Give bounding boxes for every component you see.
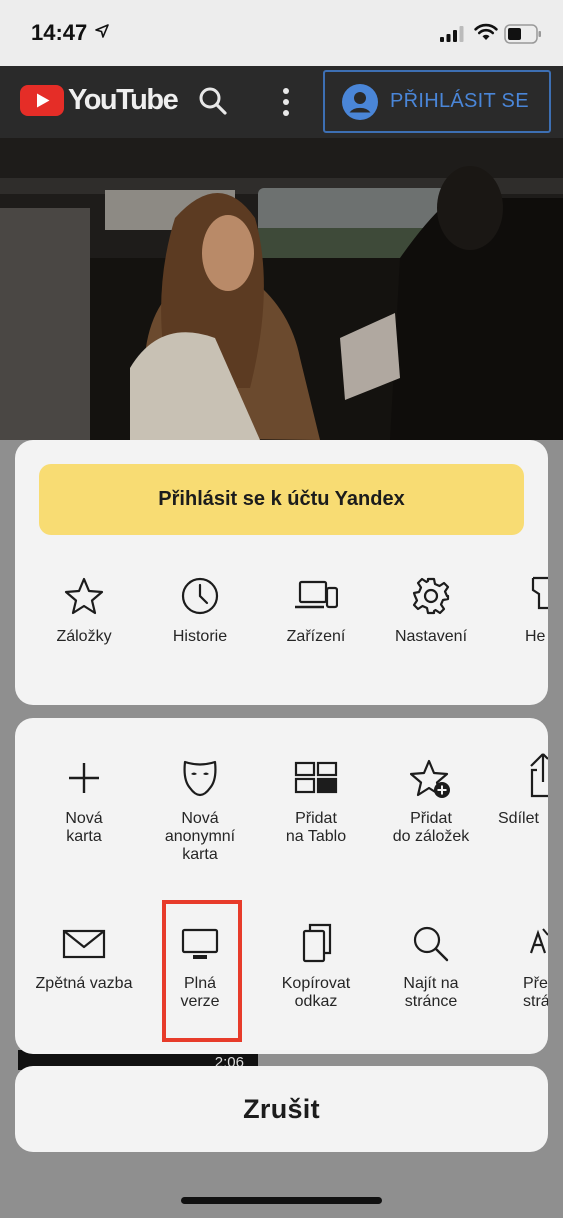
video-frame-image	[0, 138, 563, 440]
yandex-login-label: Přihlásit se k účtu Yandex	[158, 488, 405, 510]
share-button[interactable]: Sdílet	[481, 752, 548, 828]
new-tab-label: Nová karta	[65, 810, 103, 845]
new-incognito-tab-label: Nová anonymní karta	[164, 810, 236, 863]
youtube-logo[interactable]: YouTube	[20, 84, 179, 117]
more-options-icon[interactable]	[278, 86, 294, 118]
feedback-button[interactable]: Zpětná vazba	[19, 923, 149, 993]
translate-label: Přel strá	[523, 975, 548, 1010]
translate-icon	[529, 928, 548, 954]
add-bookmark-button[interactable]: Přidat do záložek	[366, 758, 496, 846]
share-icon	[530, 753, 548, 798]
new-tab-button[interactable]: Nová karta	[19, 758, 149, 846]
youtube-logo-text: YouTube	[68, 84, 179, 116]
bookmarks-button[interactable]: Záložky	[19, 576, 149, 646]
history-label: Historie	[172, 628, 228, 645]
search-icon[interactable]	[198, 86, 228, 116]
desktop-version-highlight	[162, 900, 242, 1042]
cancel-button[interactable]: Zrušit	[15, 1066, 548, 1152]
settings-label: Nastavení	[394, 628, 468, 645]
browser-menu-account-card: Přihlásit se k účtu Yandex Záložky Histo…	[15, 440, 548, 705]
star-icon	[64, 577, 104, 615]
envelope-icon	[62, 929, 106, 959]
settings-button[interactable]: Nastavení	[366, 576, 496, 646]
youtube-play-icon	[20, 85, 64, 116]
history-button[interactable]: Historie	[135, 576, 265, 646]
bookmarks-label: Záložky	[56, 628, 112, 645]
devices-icon	[295, 580, 338, 609]
wifi-icon	[474, 23, 498, 40]
find-on-page-button[interactable]: Najít na stránce	[366, 923, 496, 1011]
signin-label: PŘIHLÁSIT SE	[390, 90, 529, 112]
help-icon	[531, 576, 548, 610]
status-bar: 14:47	[0, 0, 563, 66]
video-player[interactable]	[0, 138, 563, 440]
new-incognito-tab-button[interactable]: Nová anonymní karta	[135, 758, 265, 864]
find-on-page-label: Najít na stránce	[403, 975, 459, 1010]
devices-label: Zařízení	[286, 628, 346, 645]
devices-button[interactable]: Zařízení	[251, 576, 381, 646]
mask-icon	[183, 760, 217, 797]
help-button[interactable]: He	[481, 576, 548, 646]
clock-icon	[181, 577, 219, 615]
share-label: Sdílet	[498, 810, 539, 827]
cancel-label: Zrušit	[243, 1093, 320, 1124]
copy-link-label: Kopírovat odkaz	[281, 975, 351, 1010]
youtube-header: YouTube PŘIHLÁSIT SE	[0, 66, 563, 138]
gear-icon	[412, 577, 450, 615]
add-to-tablo-label: Přidat na Tablo	[285, 810, 347, 845]
copy-link-button[interactable]: Kopírovat odkaz	[251, 923, 381, 1011]
battery-icon	[504, 24, 541, 44]
help-label: He	[525, 628, 546, 645]
youtube-signin-button[interactable]: PŘIHLÁSIT SE	[323, 70, 551, 133]
star-add-icon	[410, 759, 450, 798]
status-time: 14:47	[31, 20, 88, 45]
location-arrow-icon	[95, 24, 109, 38]
add-to-tablo-button[interactable]: Přidat na Tablo	[251, 758, 381, 846]
feedback-label: Zpětná vazba	[35, 975, 133, 992]
translate-button[interactable]: Přel strá	[481, 923, 548, 1011]
cellular-signal-icon	[440, 26, 464, 42]
home-indicator[interactable]	[181, 1197, 382, 1204]
add-bookmark-label: Přidat do záložek	[392, 810, 470, 845]
search-icon	[413, 926, 449, 962]
tablo-icon	[294, 761, 338, 794]
copy-icon	[302, 923, 332, 963]
account-avatar-icon	[342, 83, 378, 120]
browser-menu-actions-card: Nová karta Nová anonymní karta Přidat na…	[15, 718, 548, 1054]
plus-icon	[69, 763, 99, 793]
yandex-login-button[interactable]: Přihlásit se k účtu Yandex	[39, 464, 524, 535]
